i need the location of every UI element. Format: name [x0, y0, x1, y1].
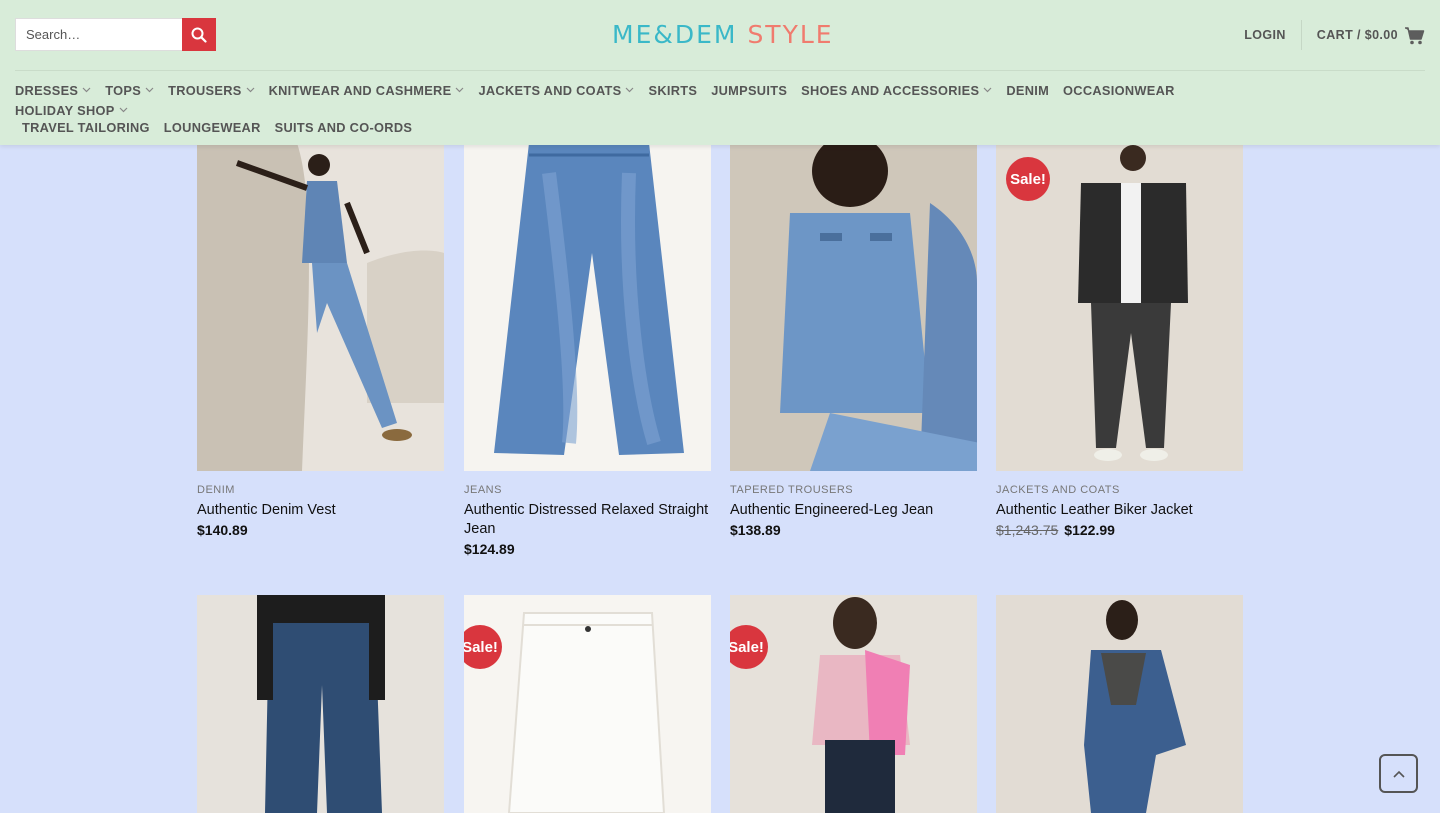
nav-item-skirts[interactable]: SKIRTS — [648, 80, 697, 100]
product-price: $124.89 — [464, 541, 515, 557]
nav-item-tops[interactable]: TOPS — [105, 80, 154, 100]
chevron-down-icon — [625, 87, 634, 93]
product-image[interactable] — [730, 143, 977, 471]
product-image[interactable] — [197, 595, 444, 813]
cart-link[interactable]: CART / $0.00 — [1317, 26, 1425, 45]
product-category[interactable]: DENIM — [197, 484, 444, 496]
search-icon — [191, 27, 207, 43]
nav-item-jackets-coats[interactable]: JACKETS AND COATS — [478, 80, 634, 100]
search-input[interactable] — [15, 18, 182, 51]
chevron-down-icon — [119, 107, 128, 113]
account-area: LOGIN CART / $0.00 — [1244, 20, 1425, 50]
product-image[interactable] — [996, 595, 1243, 813]
chevron-up-icon — [1392, 770, 1405, 778]
product-image[interactable]: Sale! — [464, 595, 711, 813]
nav-item-shoes-accessories[interactable]: SHOES AND ACCESSORIES — [801, 80, 992, 100]
search-form — [15, 18, 216, 51]
product-category[interactable]: JEANS — [464, 484, 711, 496]
product-category[interactable]: TAPERED TROUSERS — [730, 484, 977, 496]
product-card[interactable]: DENIM Authentic Denim Vest $140.89 — [197, 143, 444, 538]
cart-icon — [1405, 26, 1425, 44]
product-old-price: $1,243.75 — [996, 522, 1059, 538]
logo-part-2: STYLE — [747, 20, 834, 49]
nav-item-loungewear[interactable]: LOUNGEWEAR — [164, 117, 261, 137]
product-card[interactable]: Sale! JACKETS AND COATS Authentic Leathe… — [996, 143, 1243, 538]
scroll-to-top-button[interactable] — [1379, 754, 1418, 793]
header-divider — [1300, 20, 1302, 50]
search-button[interactable] — [182, 18, 216, 51]
chevron-down-icon — [145, 87, 154, 93]
cart-total: CART / $0.00 — [1316, 28, 1398, 42]
product-image[interactable] — [197, 143, 444, 471]
sale-badge: Sale! — [1006, 157, 1050, 201]
product-title[interactable]: Authentic Distressed Relaxed Straight Je… — [464, 501, 711, 539]
login-link[interactable]: LOGIN — [1244, 28, 1301, 42]
product-image[interactable] — [464, 143, 711, 471]
product-title[interactable]: Authentic Leather Biker Jacket — [996, 501, 1243, 520]
nav-item-jumpsuits[interactable]: JUMPSUITS — [711, 80, 787, 100]
nav-item-trousers[interactable]: TROUSERS — [168, 80, 255, 100]
product-image[interactable]: Sale! — [730, 595, 977, 813]
header-separator — [15, 70, 1425, 71]
site-logo[interactable]: ME&DEM STYLE — [612, 20, 832, 52]
nav-item-knitwear[interactable]: KNITWEAR AND CASHMERE — [269, 80, 465, 100]
product-card[interactable]: Sale! — [464, 595, 711, 813]
nav-item-denim[interactable]: DENIM — [1006, 80, 1049, 100]
product-card[interactable] — [197, 595, 444, 813]
main-nav: DRESSES TOPS TROUSERS KNITWEAR AND CASHM… — [15, 80, 1305, 120]
site-header: ME&DEM STYLE LOGIN CART / $0.00 DRESSES … — [0, 0, 1440, 145]
nav-item-travel-tailoring[interactable]: TRAVEL TAILORING — [22, 117, 150, 137]
logo-part-1: ME&DEM — [612, 20, 738, 49]
nav-item-dresses[interactable]: DRESSES — [15, 80, 91, 100]
product-price: $140.89 — [197, 522, 248, 538]
chevron-down-icon — [455, 87, 464, 93]
chevron-down-icon — [983, 87, 992, 93]
product-card[interactable]: TAPERED TROUSERS Authentic Engineered-Le… — [730, 143, 977, 538]
product-image[interactable]: Sale! — [996, 143, 1243, 471]
product-title[interactable]: Authentic Denim Vest — [197, 501, 444, 520]
chevron-down-icon — [246, 87, 255, 93]
nav-item-occasionwear[interactable]: OCCASIONWEAR — [1063, 80, 1175, 100]
nav-item-suits-co-ords[interactable]: SUITS AND CO-ORDS — [275, 117, 413, 137]
product-title[interactable]: Authentic Engineered-Leg Jean — [730, 501, 977, 520]
product-card[interactable]: JEANS Authentic Distressed Relaxed Strai… — [464, 143, 711, 557]
product-category[interactable]: JACKETS AND COATS — [996, 484, 1243, 496]
product-price: $138.89 — [730, 522, 781, 538]
product-card[interactable]: Sale! — [730, 595, 977, 813]
product-price: $1,243.75 $122.99 — [996, 522, 1115, 538]
main-nav-row-2: TRAVEL TAILORING LOUNGEWEAR SUITS AND CO… — [22, 117, 426, 137]
product-card[interactable] — [996, 595, 1243, 813]
chevron-down-icon — [82, 87, 91, 93]
